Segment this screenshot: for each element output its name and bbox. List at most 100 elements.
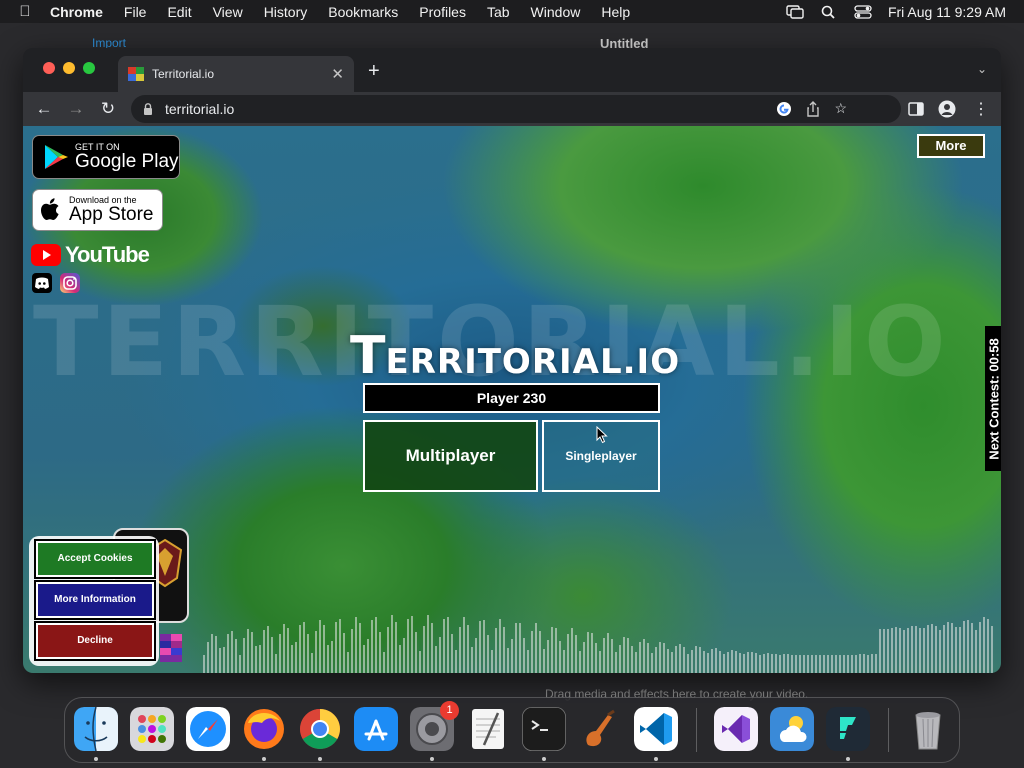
visualizer-bar — [927, 625, 929, 673]
visualizer-bar — [503, 627, 505, 673]
game-canvas[interactable]: TERRITORIAL.IO GET IT ON Google Play Dow… — [23, 126, 1001, 673]
control-center-icon[interactable] — [854, 4, 872, 19]
launchpad-icon[interactable] — [130, 707, 174, 751]
apple-menu-icon[interactable]:  — [0, 3, 50, 20]
vscode-icon[interactable] — [634, 707, 678, 751]
screen-mirroring-icon[interactable] — [786, 4, 804, 19]
visualizer-bar — [659, 641, 661, 673]
minimize-window-button[interactable] — [63, 62, 75, 74]
visualizer-bar — [499, 619, 501, 673]
visualizer-bar — [903, 629, 905, 673]
menu-app-chrome[interactable]: Chrome — [50, 4, 103, 20]
visualizer-bar — [399, 644, 401, 673]
address-bar[interactable]: territorial.io ☆ — [131, 95, 901, 123]
visualizer-bar — [643, 638, 645, 673]
instagram-icon[interactable] — [60, 273, 80, 293]
menu-bar:  Chrome File Edit View History Bookmark… — [0, 0, 1024, 23]
menu-profiles[interactable]: Profiles — [419, 4, 466, 20]
player-name-input[interactable]: Player 230 — [363, 383, 660, 413]
menu-window[interactable]: Window — [531, 4, 581, 20]
visualizer-bar — [827, 655, 829, 673]
visualizer-bar — [655, 647, 657, 673]
visualizer-bar — [663, 642, 665, 673]
reload-icon[interactable]: ↻ — [97, 98, 119, 120]
visualizer-bar — [247, 628, 249, 673]
visualizer-bar — [911, 625, 913, 673]
weather-icon[interactable] — [770, 707, 814, 751]
back-arrow-icon[interactable]: ← — [33, 98, 55, 120]
trash-icon[interactable] — [906, 707, 950, 751]
spotlight-search-icon[interactable] — [820, 5, 838, 19]
visualizer-bar — [367, 638, 369, 673]
visualizer-bar — [907, 627, 909, 673]
app-store-icon[interactable] — [354, 707, 398, 751]
visualizer-bar — [467, 624, 469, 673]
next-contest-timer: Next Contest: 00:58 — [985, 326, 1001, 471]
visualizer-bar — [879, 628, 881, 673]
safari-icon[interactable] — [186, 707, 230, 751]
menu-history[interactable]: History — [264, 4, 308, 20]
url-text[interactable]: territorial.io — [165, 101, 234, 117]
visualizer-bar — [339, 618, 341, 673]
visualizer-bar — [375, 616, 377, 673]
chrome-menu-kebab-icon[interactable]: ⋮ — [973, 99, 989, 119]
new-tab-icon[interactable]: + — [368, 60, 380, 83]
menubar-clock[interactable]: Fri Aug 11 9:29 AM — [888, 4, 1006, 20]
menu-help[interactable]: Help — [601, 4, 630, 20]
app-store-big-text: App Store — [69, 204, 154, 225]
visualizer-bar — [587, 631, 589, 673]
multiplayer-button[interactable]: Multiplayer — [363, 420, 538, 492]
google-lens-icon[interactable] — [776, 101, 792, 117]
decline-cookies-button[interactable]: Decline — [34, 621, 156, 661]
visualizer-bar — [511, 638, 513, 673]
visualizer-bar — [775, 654, 777, 673]
menu-bookmarks[interactable]: Bookmarks — [328, 4, 398, 20]
app-store-button[interactable]: Download on the App Store — [32, 189, 163, 231]
discord-icon[interactable] — [32, 273, 52, 293]
visualizer-bar — [535, 623, 537, 673]
menu-view[interactable]: View — [213, 4, 243, 20]
tab-territorial[interactable]: Territorial.io ✕ — [118, 56, 354, 92]
tab-close-icon[interactable]: ✕ — [331, 65, 344, 83]
visualizer-bar — [547, 640, 549, 673]
zoom-window-button[interactable] — [83, 62, 95, 74]
close-window-button[interactable] — [43, 62, 55, 74]
accept-cookies-button[interactable]: Accept Cookies — [34, 539, 156, 579]
tab-search-chevron-icon[interactable]: ⌄ — [977, 62, 987, 76]
bookmark-star-icon[interactable]: ☆ — [834, 100, 847, 117]
garageband-icon[interactable] — [578, 707, 622, 751]
visualizer-bar — [723, 654, 725, 673]
menu-edit[interactable]: Edit — [167, 4, 191, 20]
visualizer-bar — [851, 654, 853, 673]
audio-visualizer — [203, 596, 1001, 673]
menu-tab[interactable]: Tab — [487, 4, 510, 20]
menu-file[interactable]: File — [124, 4, 147, 20]
visualizer-bar — [359, 623, 361, 673]
visualizer-bar — [379, 632, 381, 673]
forward-arrow-icon[interactable]: → — [65, 98, 87, 120]
visualizer-bar — [435, 645, 437, 673]
visualizer-bar — [207, 641, 209, 673]
textedit-icon[interactable] — [466, 707, 510, 751]
visualizer-bar — [623, 636, 625, 673]
more-button[interactable]: More — [917, 134, 985, 158]
side-panel-icon[interactable] — [908, 102, 924, 116]
youtube-link[interactable]: YouTube — [31, 242, 150, 268]
more-information-button[interactable]: More Information — [34, 580, 156, 620]
visualizer-bar — [931, 623, 933, 673]
filmora-icon[interactable] — [826, 707, 870, 751]
visualizer-bar — [459, 626, 461, 673]
visual-studio-icon[interactable] — [714, 707, 758, 751]
visualizer-bar — [407, 618, 409, 673]
chrome-icon[interactable] — [298, 707, 342, 751]
profile-avatar-icon[interactable] — [938, 100, 956, 118]
finder-icon[interactable] — [74, 707, 118, 751]
terminal-icon[interactable] — [522, 707, 566, 751]
visualizer-bar — [683, 647, 685, 673]
visualizer-bar — [371, 619, 373, 673]
vscode-running-dot — [654, 757, 658, 761]
visualizer-bar — [391, 615, 393, 673]
google-play-button[interactable]: GET IT ON Google Play — [32, 135, 180, 179]
share-icon[interactable] — [806, 100, 820, 117]
firefox-icon[interactable] — [242, 707, 286, 751]
